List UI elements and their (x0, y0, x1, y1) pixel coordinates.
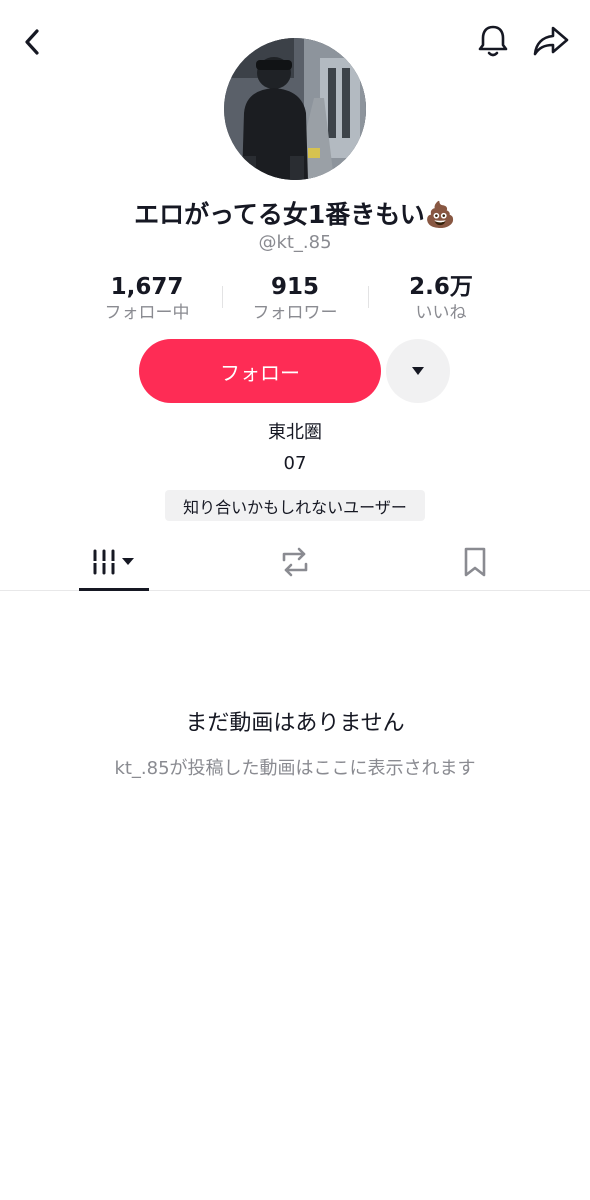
caret-down-icon (412, 367, 424, 375)
bookmark-icon (464, 547, 486, 577)
empty-state-subtitle: kt_.85が投稿した動画はここに表示されます (114, 758, 476, 779)
share-arrow-icon (533, 26, 569, 56)
avatar-photo (224, 38, 366, 180)
stat-likes[interactable]: 2.6万 いいね (366, 273, 516, 325)
active-tab-indicator (79, 588, 149, 591)
tab-reposts[interactable] (270, 540, 320, 584)
videos-grid-icon (92, 549, 134, 575)
back-button[interactable] (12, 22, 52, 62)
share-button[interactable] (528, 20, 574, 62)
stat-following-label: フォロー中 (104, 303, 190, 323)
bio-line-2: 07 (283, 453, 307, 474)
bell-icon (478, 25, 508, 57)
repost-icon (282, 547, 308, 577)
stat-following-value: 1,677 (110, 274, 184, 300)
username-handle: @kt_.85 (258, 232, 332, 253)
stat-followers-value: 915 (270, 274, 319, 300)
stat-likes-value: 2.6万 (409, 274, 473, 300)
stat-likes-label: いいね (415, 303, 467, 323)
follow-button[interactable]: フォロー (139, 339, 381, 403)
display-name: エロがってる女1番きもい💩 (134, 200, 456, 229)
suggestion-chip[interactable]: 知り合いかもしれないユーザー (165, 490, 425, 521)
stat-followers-label: フォロワー (252, 303, 338, 323)
suggested-accounts-button[interactable] (386, 339, 450, 403)
chevron-left-icon (25, 29, 39, 55)
tab-saved[interactable] (452, 540, 498, 584)
avatar[interactable] (224, 38, 366, 180)
empty-state-title: まだ動画はありません (185, 711, 405, 736)
bio-line-1: 東北圏 (268, 422, 322, 443)
stat-following[interactable]: 1,677 フォロー中 (72, 273, 222, 325)
tab-videos[interactable] (79, 540, 149, 584)
notification-button[interactable] (472, 20, 514, 62)
stat-followers[interactable]: 915 フォロワー (220, 273, 370, 325)
